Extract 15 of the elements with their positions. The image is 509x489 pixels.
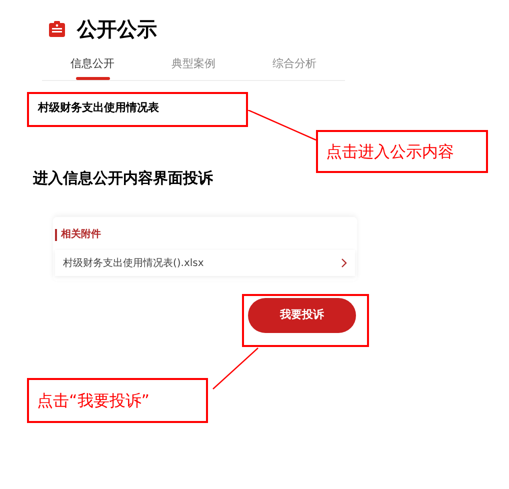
- chevron-right-icon: [341, 258, 347, 268]
- document-icon: [49, 20, 65, 36]
- callout: 点击“我要投诉”: [27, 378, 208, 423]
- callout: 点击进入公示内容: [316, 130, 488, 173]
- attachments-title: 相关附件: [61, 228, 101, 242]
- tab[interactable]: 综合分析: [272, 50, 316, 76]
- leader-line: [212, 347, 260, 390]
- complain-button[interactable]: 我要投诉: [248, 298, 356, 333]
- leader-line: [248, 110, 318, 142]
- section-heading: 进入信息公开内容界面投诉: [33, 168, 214, 188]
- tab[interactable]: 信息公开: [70, 50, 114, 76]
- page-title: 公开公示: [77, 16, 157, 42]
- tab[interactable]: 典型案例: [172, 50, 216, 76]
- attachment-row[interactable]: 村级财务支出使用情况表().xlsx: [55, 250, 355, 276]
- list-item-title[interactable]: 村级财务支出使用情况表: [38, 100, 159, 117]
